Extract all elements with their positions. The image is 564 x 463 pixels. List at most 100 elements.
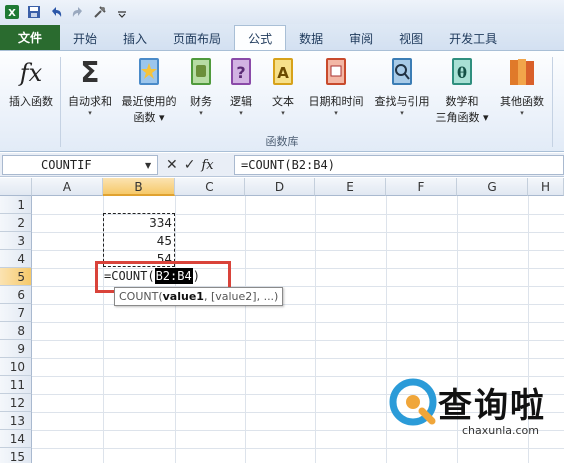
gridline [32,322,564,323]
row-header-8[interactable]: 8 [0,322,32,340]
watermark: 查询啦 chaxunla.com [388,374,558,442]
gridline [175,196,176,463]
save-icon[interactable] [26,4,42,20]
column-header-a[interactable]: A [32,178,103,196]
column-header-f[interactable]: F [386,178,457,196]
row-header-2[interactable]: 2 [0,214,32,232]
tab-developer[interactable]: 开发工具 [436,26,510,50]
ribbon-formulas: fx 插入函数 Σ 自动求和 ▾ 最近使用的 函数 ▾ 财务 ▾ ? 逻辑 ▾ … [0,50,564,152]
enter-icon[interactable]: ✓ [184,157,196,173]
insert-function-fx-icon[interactable]: fx [201,158,213,173]
autosum-button[interactable]: Σ 自动求和 ▾ [64,55,116,118]
name-box-dropdown-icon[interactable]: ▼ [145,161,151,170]
select-all-corner[interactable] [0,178,32,196]
formula-input[interactable]: =COUNT(B2:B4) [234,155,564,175]
row-header-10[interactable]: 10 [0,358,32,376]
excel-logo-icon: X [4,4,20,20]
redo-icon[interactable] [70,4,86,20]
more-functions-button[interactable]: 其他函数 ▾ [494,55,550,118]
gridline [315,196,316,463]
logical-button[interactable]: ? 逻辑 ▾ [224,55,258,118]
row-header-3[interactable]: 3 [0,232,32,250]
date-time-label: 日期和时间 [308,95,364,108]
column-header-h[interactable]: H [528,178,564,196]
svg-text:?: ? [236,63,245,82]
tooltip-function-name: COUNT( [119,290,163,303]
tab-home[interactable]: 开始 [60,26,110,50]
cancel-icon[interactable]: ✕ [166,157,178,173]
svg-text:fx: fx [18,59,43,87]
recently-used-label-1: 最近使用的 [121,95,177,108]
column-header-d[interactable]: D [245,178,315,196]
row-header-14[interactable]: 14 [0,430,32,448]
watermark-url: chaxunla.com [462,424,539,437]
recently-used-label-2: 函数 ▾ [133,111,165,124]
lookup-reference-label: 查找与引用 [374,95,430,108]
row-header-15[interactable]: 15 [0,448,32,463]
tooltip-current-arg: value1 [162,290,204,303]
row-header-4[interactable]: 4 [0,250,32,268]
text-label: 文本 [272,95,294,108]
row-header-12[interactable]: 12 [0,394,32,412]
quick-access-toolbar: X [0,0,564,24]
customize-icon[interactable] [92,4,108,20]
recently-used-button[interactable]: 最近使用的 函数 ▾ [118,55,180,125]
ribbon-group-label: 函数库 [265,135,299,148]
svg-text:X: X [8,8,16,19]
formula-bar: COUNTIF ▼ ✕ ✓ fx =COUNT(B2:B4) [0,153,564,177]
insert-function-icon: fx [18,59,43,87]
tab-file[interactable]: 文件 [0,25,61,50]
more-functions-arrow: ▾ [520,109,524,117]
tab-insert[interactable]: 插入 [110,26,160,50]
financial-arrow: ▾ [199,109,203,117]
tab-review[interactable]: 审阅 [336,26,386,50]
function-tooltip[interactable]: COUNT(value1, [value2], ...) [114,287,284,306]
row-header-1[interactable]: 1 [0,196,32,214]
name-box[interactable]: COUNTIF [2,155,158,175]
logical-arrow: ▾ [239,109,243,117]
date-time-button[interactable]: 日期和时间 ▾ [304,55,368,118]
svg-text:θ: θ [457,64,467,82]
row-header-5[interactable]: 5 [0,268,32,286]
book-finance-icon [191,58,211,85]
lookup-reference-arrow: ▾ [400,109,404,117]
tab-page-layout[interactable]: 页面布局 [160,26,234,50]
column-header-g[interactable]: G [457,178,528,196]
logical-label: 逻辑 [230,95,252,108]
tab-view[interactable]: 视图 [386,26,436,50]
gridline [245,196,246,463]
row-header-6[interactable]: 6 [0,286,32,304]
gridline [32,448,564,449]
column-header-b[interactable]: B [103,178,175,196]
row-header-9[interactable]: 9 [0,340,32,358]
financial-button[interactable]: 财务 ▾ [184,55,218,118]
more-functions-label: 其他函数 [500,95,544,108]
tab-data[interactable]: 数据 [286,26,336,50]
math-trig-label-1: 数学和 [445,95,479,108]
row-header-7[interactable]: 7 [0,304,32,322]
text-button[interactable]: A 文本 ▾ [266,55,300,118]
gridline [32,304,564,305]
book-math-icon: θ [452,58,472,85]
text-arrow: ▾ [281,109,285,117]
insert-function-button[interactable]: fx 插入函数 [4,55,58,109]
svg-text:Σ: Σ [80,56,99,89]
undo-icon[interactable] [48,4,64,20]
row-header-13[interactable]: 13 [0,412,32,430]
column-header-e[interactable]: E [315,178,386,196]
gridline [386,196,387,463]
row-header-11[interactable]: 11 [0,376,32,394]
tab-formulas[interactable]: 公式 [234,25,287,50]
lookup-reference-button[interactable]: 查找与引用 ▾ [370,55,434,118]
book-date-icon [326,58,346,85]
svg-text:A: A [277,64,289,82]
books-more-icon [510,59,534,85]
financial-label: 财务 [190,95,212,108]
math-trig-button[interactable]: θ 数学和 三角函数 ▾ [434,55,490,125]
column-header-c[interactable]: C [175,178,245,196]
watermark-logo-icon [389,378,437,426]
formula-buttons: ✕ ✓ fx [162,156,218,174]
quick-access-dropdown-icon[interactable] [114,4,130,20]
ribbon-tabs: 文件 开始 插入 页面布局 公式 数据 审阅 视图 开发工具 [0,24,564,50]
book-star-icon [139,58,159,85]
